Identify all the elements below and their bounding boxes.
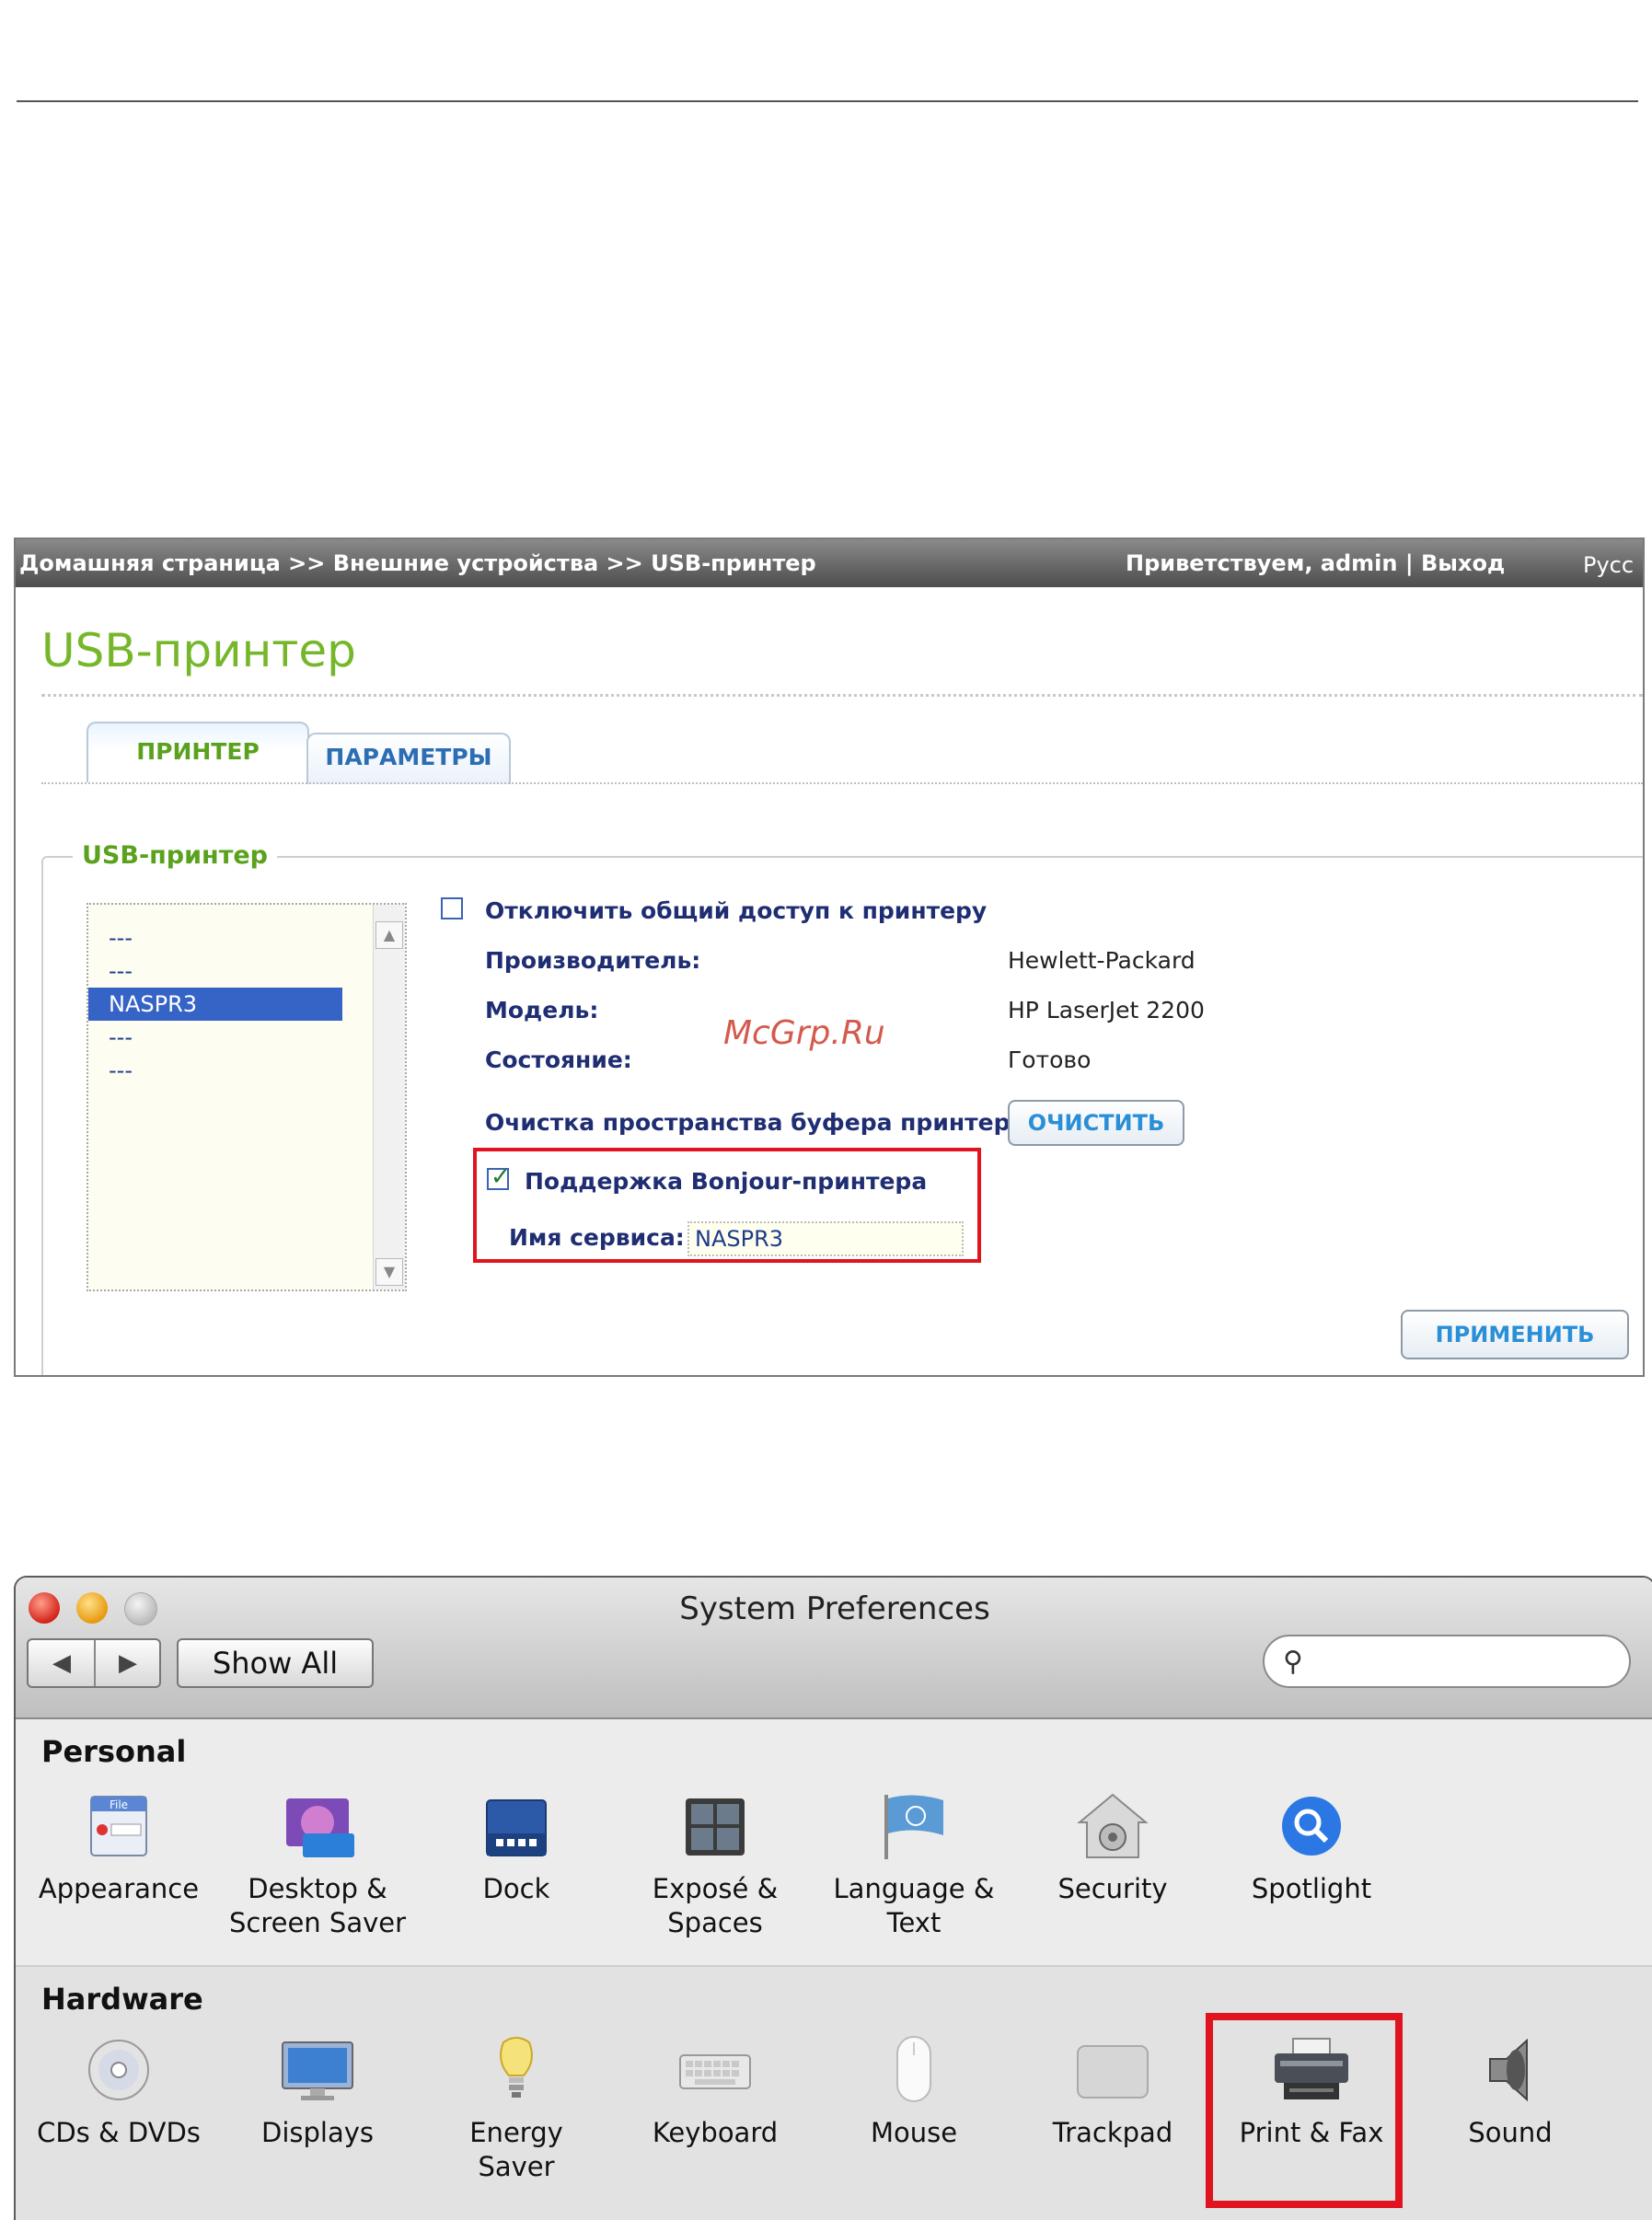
pref-label: Mouse — [870, 2117, 958, 2148]
scroll-down-icon[interactable]: ▼ — [375, 1258, 403, 1286]
desktop-icon — [277, 1789, 358, 1863]
section-personal: Personal File Appearance Desktop & Screen … — [16, 1719, 1652, 1967]
printer-list[interactable]: --- --- NASPR3 --- --- ▲ ▼ — [87, 903, 407, 1291]
printer-list-scrollbar[interactable]: ▲ ▼ — [373, 905, 405, 1289]
model-value: HP LaserJet 2200 — [1008, 997, 1205, 1023]
window-title: System Preferences — [679, 1590, 990, 1627]
spotlight-icon — [1271, 1789, 1352, 1863]
scroll-up-icon[interactable]: ▲ — [375, 921, 403, 949]
trackpad-icon — [1072, 2033, 1153, 2107]
tab-divider — [41, 782, 1643, 784]
security-house-icon — [1072, 1789, 1153, 1863]
pref-cds-dvds[interactable]: CDs & DVDs — [27, 2033, 211, 2150]
display-icon — [277, 2033, 358, 2107]
pref-label: Dock — [482, 1873, 550, 1904]
top-rule — [17, 100, 1638, 102]
cd-icon — [78, 2033, 159, 2107]
apply-button[interactable]: ПРИМЕНИТЬ — [1401, 1310, 1629, 1359]
section-title-personal: Personal — [41, 1734, 187, 1769]
pref-label: Displays — [260, 2117, 374, 2148]
section-hardware: Hardware CDs & DVDs Displays Energy Saver K… — [16, 1967, 1652, 2220]
pref-label: Appearance — [38, 1873, 200, 1904]
printer-list-item[interactable]: --- — [88, 1054, 375, 1087]
printer-list-item[interactable]: --- — [88, 921, 375, 954]
disable-sharing-label: Отключить общий доступ к принтеру — [485, 897, 988, 924]
language-selector[interactable]: Русс — [1583, 541, 1634, 589]
status-value: Готово — [1008, 1046, 1092, 1073]
print-fax-highlight-box — [1206, 2013, 1403, 2208]
pref-displays[interactable]: Displays — [225, 2033, 410, 2150]
pref-label: Spotlight — [1251, 1873, 1372, 1904]
bonjour-label: Поддержка Bonjour-принтера — [525, 1168, 928, 1195]
pref-label: Security — [1057, 1873, 1168, 1904]
expose-icon — [675, 1789, 756, 1863]
language-flag-icon — [873, 1789, 954, 1863]
nas-top-bar: Домашняя страница >> Внешние устройства … — [16, 539, 1643, 587]
page-title: USB-принтер — [41, 624, 356, 677]
pref-label: Language & Text — [833, 1873, 995, 1938]
breadcrumb[interactable]: Домашняя страница >> Внешние устройства … — [19, 539, 816, 587]
search-icon: ⚲ — [1283, 1646, 1303, 1678]
keyboard-icon — [675, 2033, 756, 2107]
pref-label: Energy Saver — [469, 2117, 563, 2182]
pref-label: Sound — [1468, 2117, 1553, 2148]
search-input[interactable]: ⚲ — [1263, 1635, 1631, 1688]
pref-desktop-screen-saver[interactable]: Desktop & Screen Saver — [225, 1789, 410, 1940]
pref-label: Exposé & Spaces — [652, 1873, 779, 1938]
speaker-icon — [1470, 2033, 1551, 2107]
window-toolbar: System Preferences ◀ ▶ Show All ⚲ — [16, 1578, 1652, 1719]
appearance-icon: File — [78, 1789, 159, 1863]
pref-keyboard[interactable]: Keyboard — [623, 2033, 807, 2150]
pref-label: Desktop & Screen Saver — [228, 1873, 407, 1938]
show-all-button[interactable]: Show All — [177, 1638, 374, 1688]
dock-icon — [476, 1789, 557, 1863]
tab-printer[interactable]: ПРИНТЕР — [87, 722, 309, 782]
title-divider — [41, 694, 1643, 697]
svg-text:File: File — [110, 1798, 128, 1811]
mouse-icon — [873, 2033, 954, 2107]
pref-label: Trackpad — [1052, 2117, 1173, 2148]
pref-security[interactable]: Security — [1021, 1789, 1205, 1906]
nas-admin-panel: Домашняя страница >> Внешние устройства … — [14, 538, 1645, 1377]
manufacturer-value: Hewlett-Packard — [1008, 947, 1196, 974]
pref-label: Keyboard — [652, 2117, 779, 2148]
pref-dock[interactable]: Dock — [424, 1789, 608, 1906]
pref-energy-saver[interactable]: Energy Saver — [424, 2033, 608, 2184]
system-preferences-window: System Preferences ◀ ▶ Show All ⚲ Person… — [14, 1576, 1652, 2220]
back-forward-buttons: ◀ ▶ — [27, 1638, 161, 1688]
printer-list-item[interactable]: --- — [88, 1021, 375, 1054]
service-name-label: Имя сервиса: — [509, 1224, 685, 1251]
spool-label: Очистка пространства буфера принтера — [485, 1109, 1026, 1136]
disable-sharing-checkbox[interactable] — [441, 897, 463, 919]
pref-language-text[interactable]: Language & Text — [822, 1789, 1006, 1940]
pref-trackpad[interactable]: Trackpad — [1021, 2033, 1205, 2150]
pref-expos-spaces[interactable]: Exposé & Spaces — [623, 1789, 807, 1940]
bonjour-checkbox[interactable] — [487, 1163, 511, 1191]
model-label: Модель: — [485, 997, 599, 1023]
service-name-input[interactable]: NASPR3 — [687, 1221, 964, 1256]
printer-list-item[interactable]: NASPR3 — [88, 988, 342, 1021]
manufacturer-label: Производитель: — [485, 947, 701, 974]
clear-button[interactable]: ОЧИСТИТЬ — [1008, 1100, 1184, 1146]
fieldset-legend: USB-принтер — [73, 841, 277, 870]
pref-spotlight[interactable]: Spotlight — [1219, 1789, 1404, 1906]
watermark-text: McGrp.Ru — [723, 1014, 885, 1052]
printer-list-item[interactable]: --- — [88, 954, 375, 988]
tab-parameters[interactable]: ПАРАМЕТРЫ — [306, 733, 511, 784]
forward-arrow-icon[interactable]: ▶ — [95, 1640, 161, 1686]
back-arrow-icon[interactable]: ◀ — [29, 1640, 95, 1686]
status-label: Состояние: — [485, 1046, 632, 1073]
pref-label: CDs & DVDs — [37, 2117, 201, 2148]
greeting-logout[interactable]: Приветствуем, admin | Выход — [1126, 539, 1505, 587]
pref-appearance[interactable]: File Appearance — [27, 1789, 211, 1906]
pref-mouse[interactable]: Mouse — [822, 2033, 1006, 2150]
pref-sound[interactable]: Sound — [1418, 2033, 1602, 2150]
section-title-hardware: Hardware — [41, 1982, 203, 2017]
lightbulb-icon — [476, 2033, 557, 2107]
